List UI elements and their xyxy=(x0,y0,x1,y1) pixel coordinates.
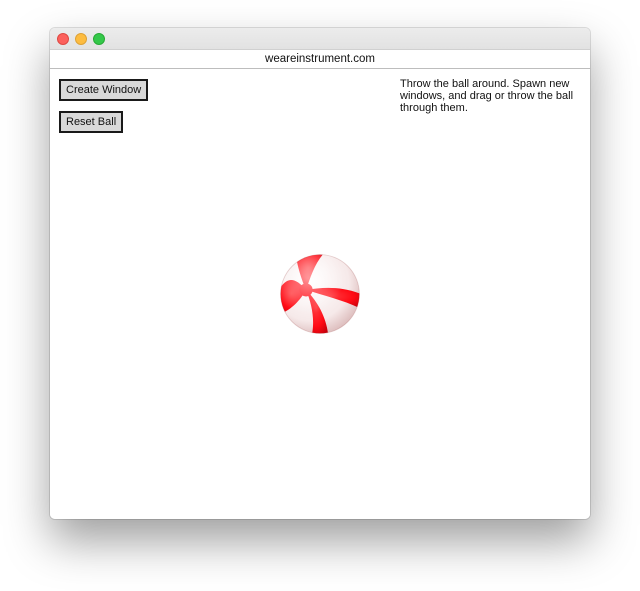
browser-window: weareinstrument.com Create Window Reset … xyxy=(50,28,590,519)
title-bar[interactable] xyxy=(50,28,590,50)
zoom-window-button[interactable] xyxy=(93,33,105,45)
instructions-text: Throw the ball around. Spawn new windows… xyxy=(400,78,574,114)
page-content: Create Window Reset Ball Throw the ball … xyxy=(50,69,590,519)
close-window-button[interactable] xyxy=(57,33,69,45)
beach-ball-icon[interactable] xyxy=(279,253,361,335)
url-text: weareinstrument.com xyxy=(265,53,375,65)
reset-ball-button[interactable]: Reset Ball xyxy=(59,111,124,133)
create-window-button[interactable]: Create Window xyxy=(59,79,149,101)
minimize-window-button[interactable] xyxy=(75,33,87,45)
url-bar: weareinstrument.com xyxy=(50,50,590,69)
